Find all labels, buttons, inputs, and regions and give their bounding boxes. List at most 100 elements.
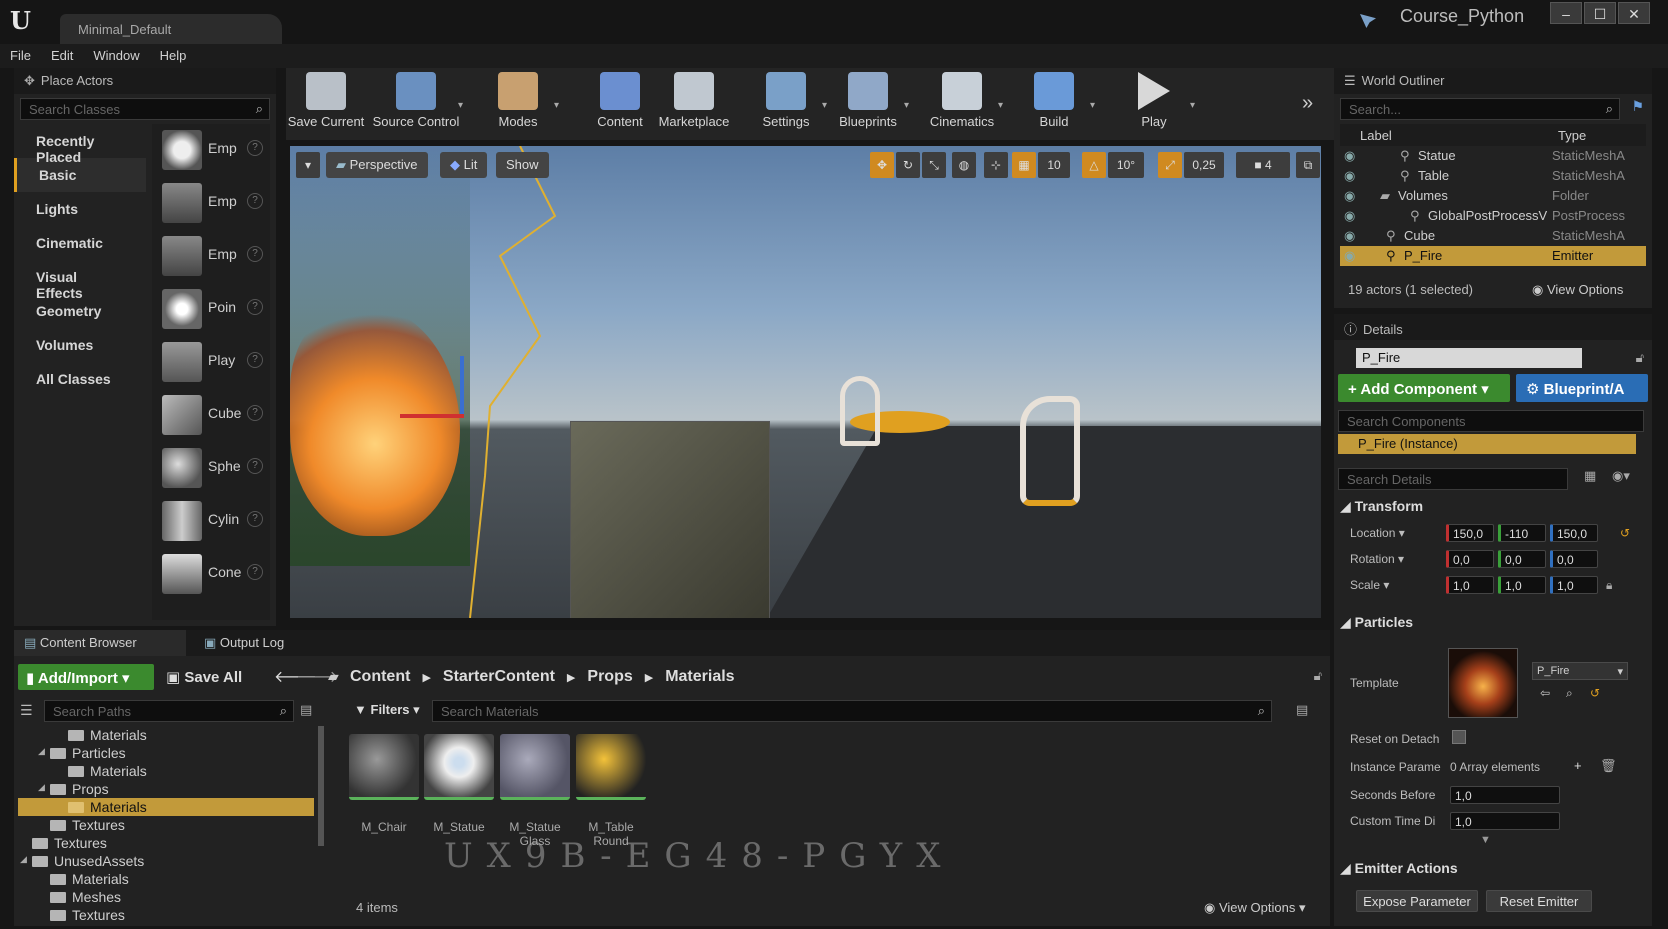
collections-icon[interactable]: ▤ — [300, 702, 312, 718]
scale-snap-icon[interactable]: ⤢ — [1158, 152, 1182, 178]
help-icon[interactable]: ? — [247, 352, 263, 368]
actor-item[interactable]: Play? — [152, 336, 270, 389]
source-control-button[interactable]: Source Control — [366, 70, 466, 134]
rotate-mode-icon[interactable]: ↻ — [896, 152, 920, 178]
actor-item[interactable]: Poin? — [152, 283, 270, 336]
content-browser-tab[interactable]: ▤ Content Browser — [14, 630, 186, 656]
path-tree-item[interactable]: Meshes — [18, 888, 314, 906]
scale-x-input[interactable]: 1,0 — [1446, 576, 1494, 594]
path-tree-item[interactable]: Materials — [18, 726, 314, 744]
surface-snap-icon[interactable]: ⊹ — [984, 152, 1008, 178]
custom-time-input[interactable]: 1,0 — [1450, 812, 1560, 830]
location-x-input[interactable]: 150,0 — [1446, 524, 1494, 542]
path-tree-item[interactable]: Materials — [18, 762, 314, 780]
search-classes-input[interactable]: Search Classes ⌕ — [20, 98, 270, 120]
visibility-filter-icon[interactable]: ◉▾ — [1612, 468, 1630, 484]
transform-section-header[interactable]: ◢ Transform — [1340, 498, 1423, 515]
filters-button[interactable]: ▼ Filters ▾ — [354, 702, 420, 718]
settings-button[interactable]: Settings — [744, 70, 828, 134]
reset-template-icon[interactable]: ↺ — [1590, 686, 1600, 700]
asset-settings-icon[interactable]: ▤ — [1296, 702, 1308, 718]
category-cinematic[interactable]: Cinematic — [14, 226, 146, 260]
dropdown-arrow-icon[interactable]: ▾ — [998, 100, 1003, 111]
actor-item[interactable]: Cone? — [152, 548, 270, 601]
save-current-button[interactable]: Save Current — [284, 70, 368, 134]
menu-help[interactable]: Help — [150, 44, 197, 67]
label-column-header[interactable]: Label — [1360, 128, 1392, 143]
breadcrumb-item[interactable]: Materials — [665, 668, 734, 685]
expand-arrow-icon[interactable]: ◢ — [20, 854, 27, 865]
maximize-viewport-icon[interactable]: ⧉ — [1296, 152, 1320, 178]
output-log-tab[interactable]: ▣ Output Log — [194, 630, 294, 656]
lit-button[interactable]: ◆ Lit — [440, 152, 488, 178]
actor-item[interactable]: Emp? — [152, 177, 270, 230]
show-button[interactable]: Show — [496, 152, 549, 178]
dropdown-arrow-icon[interactable]: ▾ — [904, 100, 909, 111]
close-button[interactable]: ✕ — [1618, 2, 1650, 24]
material-thumbnail[interactable] — [576, 734, 646, 800]
grid-snap-icon[interactable]: ▦ — [1012, 152, 1036, 178]
perspective-button[interactable]: ▰ Perspective — [326, 152, 428, 178]
path-tree-item[interactable]: ◢ Particles — [18, 744, 314, 762]
category-lights[interactable]: Lights — [14, 192, 146, 226]
modes-button[interactable]: Modes — [476, 70, 560, 134]
toolbar-overflow-icon[interactable]: » — [1302, 92, 1313, 115]
outliner-row[interactable]: ◉ ▰ Volumes Folder — [1340, 186, 1646, 206]
category-visual-effects[interactable]: Visual Effects — [14, 260, 146, 301]
rotation-x-input[interactable]: 0,0 — [1446, 550, 1494, 568]
material-thumbnail[interactable] — [349, 734, 419, 800]
expand-advanced-icon[interactable]: ▼ — [1480, 834, 1491, 846]
sources-toggle-icon[interactable]: ☰ — [20, 702, 33, 719]
property-matrix-icon[interactable]: ▦ — [1584, 468, 1596, 484]
rotation-z-input[interactable]: 0,0 — [1550, 550, 1598, 568]
actor-item[interactable]: Emp? — [152, 230, 270, 283]
visibility-eye-icon[interactable]: ◉ — [1344, 148, 1355, 164]
dropdown-arrow-icon[interactable]: ▾ — [554, 100, 559, 111]
location-z-input[interactable]: 150,0 — [1550, 524, 1598, 542]
details-tab[interactable]: ⓘ Details — [1334, 314, 1652, 340]
visibility-eye-icon[interactable]: ◉ — [1344, 188, 1355, 204]
translate-mode-icon[interactable]: ✥ — [870, 152, 894, 178]
lock-icon[interactable]: 🔓︎ — [1314, 668, 1322, 684]
actor-item[interactable]: Emp? — [152, 124, 270, 177]
expand-arrow-icon[interactable]: ◢ — [38, 746, 45, 757]
add-element-icon[interactable]: + — [1574, 758, 1582, 773]
menu-file[interactable]: File — [0, 44, 41, 67]
scale-y-input[interactable]: 1,0 — [1498, 576, 1546, 594]
help-icon[interactable]: ? — [247, 405, 263, 421]
add-filter-icon[interactable]: ⚑ — [1631, 98, 1644, 115]
path-tree-item[interactable]: Textures — [18, 906, 314, 922]
use-selected-icon[interactable]: ⇦ — [1540, 686, 1550, 700]
play-button[interactable]: Play — [1112, 70, 1196, 134]
outliner-row[interactable]: ◉ ⚲ Cube StaticMeshA — [1340, 226, 1646, 246]
breadcrumb-item[interactable]: StarterContent — [443, 668, 555, 685]
camera-speed-button[interactable]: ■ 4 — [1236, 152, 1290, 178]
category-recently-placed[interactable]: Recently Placed — [14, 124, 146, 165]
help-icon[interactable]: ? — [247, 564, 263, 580]
expose-parameter-button[interactable]: Expose Parameter — [1356, 890, 1478, 912]
level-viewport[interactable] — [290, 146, 1321, 618]
blueprint-button[interactable]: ⚙ Blueprint/A — [1516, 374, 1648, 402]
visibility-eye-icon[interactable]: ◉ — [1344, 228, 1355, 244]
path-tree-item[interactable]: ◢ UnusedAssets — [18, 852, 314, 870]
help-icon[interactable]: ? — [247, 511, 263, 527]
emitter-actions-section-header[interactable]: ◢ Emitter Actions — [1340, 860, 1458, 877]
outliner-row[interactable]: ◉ ⚲ Table StaticMeshA — [1340, 166, 1646, 186]
scale-lock-icon[interactable]: 🔒︎ — [1606, 578, 1612, 593]
reset-emitter-button[interactable]: Reset Emitter — [1486, 890, 1592, 912]
visibility-eye-icon[interactable]: ◉ — [1344, 208, 1355, 224]
help-icon[interactable]: ? — [247, 458, 263, 474]
help-icon[interactable]: ? — [247, 140, 263, 156]
search-materials-input[interactable]: Search Materials ⌕ — [432, 700, 1272, 722]
visibility-eye-icon[interactable]: ◉ — [1344, 248, 1355, 264]
dropdown-arrow-icon[interactable]: ▾ — [1190, 100, 1195, 111]
grid-snap-value[interactable]: 10 — [1038, 152, 1070, 178]
location-y-input[interactable]: -110 — [1498, 524, 1546, 542]
build-button[interactable]: Build — [1012, 70, 1096, 134]
template-thumbnail[interactable] — [1448, 648, 1518, 718]
category-volumes[interactable]: Volumes — [14, 328, 146, 362]
reset-on-detach-checkbox[interactable] — [1452, 730, 1466, 744]
location-label[interactable]: Location ▾ — [1350, 526, 1405, 540]
path-tree-item[interactable]: Materials — [18, 798, 314, 816]
template-dropdown[interactable]: P_Fire ▾ — [1532, 662, 1628, 680]
